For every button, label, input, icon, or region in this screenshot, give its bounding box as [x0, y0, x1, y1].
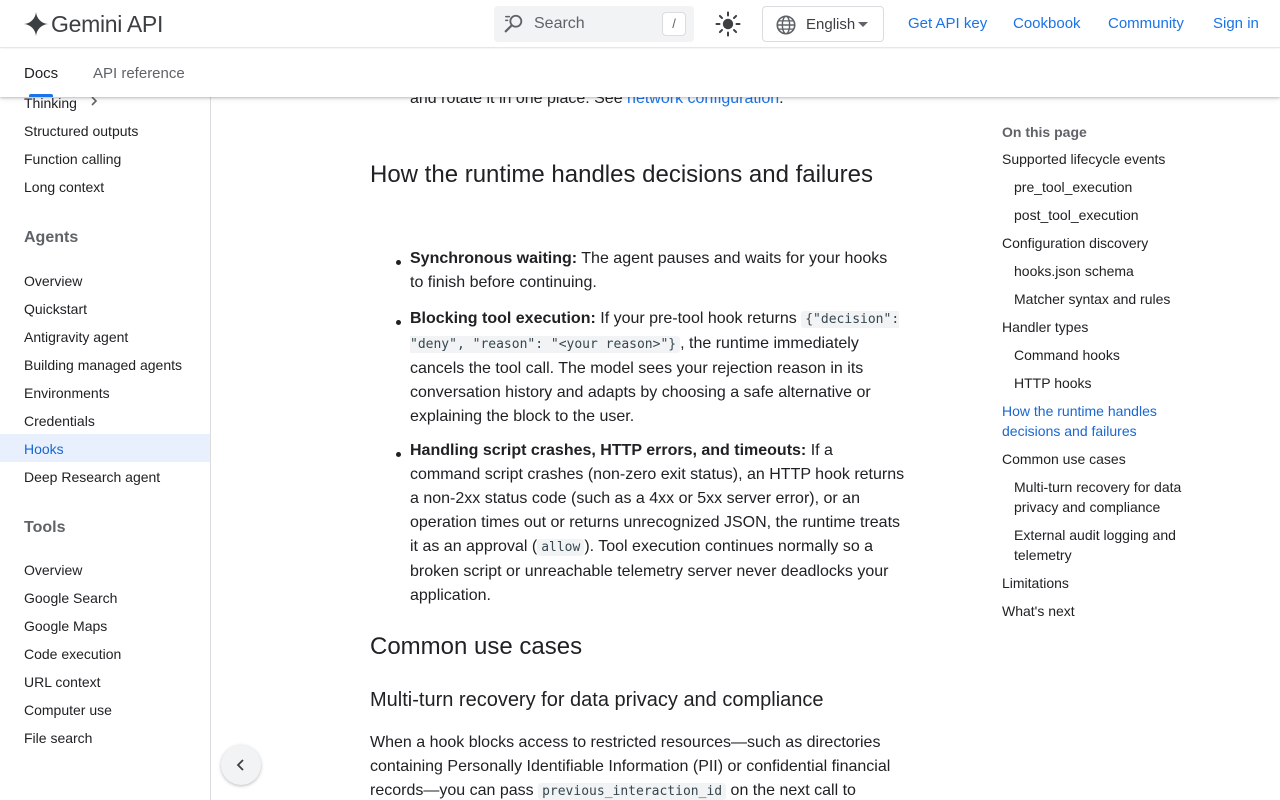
- sidebar-item-computer-use[interactable]: Computer use: [24, 702, 112, 718]
- sidebar-item-agents-overview[interactable]: Overview: [24, 273, 82, 289]
- tab-docs[interactable]: Docs: [24, 65, 58, 82]
- sidebar-item-quickstart[interactable]: Quickstart: [24, 301, 87, 317]
- sidebar-item-hooks[interactable]: Hooks: [24, 441, 64, 457]
- multi-turn-paragraph: When a hook blocks access to restricted …: [370, 731, 905, 800]
- sidebar-heading-agents: Agents: [24, 229, 79, 246]
- list-item-blocking-tool-execution: Blocking tool execution: If your pre-too…: [410, 307, 905, 429]
- toc-item[interactable]: Configuration discovery: [1002, 233, 1182, 253]
- toc-item[interactable]: How the runtime handles decisions and fa…: [1002, 401, 1182, 441]
- bullet-dot: [396, 320, 401, 325]
- list-item-synchronous-waiting: Synchronous waiting: The agent pauses an…: [410, 247, 905, 295]
- sidebar-item-credentials[interactable]: Credentials: [24, 413, 95, 429]
- sidebar-item-tools-overview[interactable]: Overview: [24, 562, 82, 578]
- active-tab-indicator: [29, 94, 53, 97]
- bullet-dot: [396, 452, 401, 457]
- toc-item[interactable]: External audit logging and telemetry: [1014, 525, 1194, 565]
- search-input[interactable]: Search: [534, 15, 585, 33]
- chevron-down-icon: [858, 22, 868, 27]
- sidebar-item-environments[interactable]: Environments: [24, 385, 110, 401]
- heading-multi-turn-recovery: Multi-turn recovery for data privacy and…: [370, 689, 824, 711]
- chevron-right-icon[interactable]: [88, 97, 100, 107]
- toc-item[interactable]: HTTP hooks: [1014, 373, 1194, 393]
- toc-item[interactable]: Multi-turn recovery for data privacy and…: [1014, 477, 1194, 517]
- bullet-title: Synchronous waiting:: [410, 250, 578, 267]
- sidebar-item-url-context[interactable]: URL context: [24, 674, 101, 690]
- sidebar-item-google-maps[interactable]: Google Maps: [24, 618, 107, 634]
- heading-common-use-cases: Common use cases: [370, 633, 583, 660]
- toc-item[interactable]: Matcher syntax and rules: [1014, 289, 1194, 309]
- tab-api-reference[interactable]: API reference: [93, 65, 185, 82]
- heading-runtime-decisions: How the runtime handles decisions and fa…: [370, 161, 873, 188]
- bullet-title: Blocking tool execution:: [410, 310, 596, 327]
- bullet-title: Handling script crashes, HTTP errors, an…: [410, 442, 807, 459]
- sidebar-item-google-search[interactable]: Google Search: [24, 590, 117, 606]
- logo-text: Gemini API: [51, 10, 164, 37]
- intro-end: .: [779, 97, 784, 107]
- toc-item[interactable]: hooks.json schema: [1014, 261, 1194, 281]
- sidebar-item-file-search[interactable]: File search: [24, 730, 92, 746]
- sidebar-item-long-context[interactable]: Long context: [24, 179, 104, 195]
- gemini-sparkle-icon: [24, 12, 48, 36]
- toc-item[interactable]: Common use cases: [1002, 449, 1182, 469]
- toc-item[interactable]: Limitations: [1002, 573, 1182, 593]
- sidebar-item-building-managed-agents[interactable]: Building managed agents: [24, 357, 182, 373]
- sidebar-item-code-execution[interactable]: Code execution: [24, 646, 121, 662]
- language-label: English: [806, 16, 856, 33]
- language-select[interactable]: English: [762, 6, 884, 42]
- intro-text: and rotate it in one place. See: [410, 97, 628, 107]
- sidebar-fade: [0, 750, 210, 800]
- sidebar-heading-tools: Tools: [24, 519, 66, 536]
- search-icon: [504, 14, 523, 33]
- paragraph-text: on the next call to: [726, 782, 856, 799]
- left-sidebar[interactable]: Thinking Structured outputs Function cal…: [0, 97, 211, 800]
- sign-in-link[interactable]: Sign in: [1213, 15, 1259, 32]
- toc-item[interactable]: post_tool_execution: [1014, 205, 1194, 225]
- get-api-key-link[interactable]: Get API key: [908, 15, 987, 32]
- community-link[interactable]: Community: [1108, 15, 1184, 32]
- gemini-logo[interactable]: Gemini API: [23, 10, 163, 38]
- sidebar-item-antigravity-agent[interactable]: Antigravity agent: [24, 329, 128, 345]
- list-item-handling-crashes: Handling script crashes, HTTP errors, an…: [410, 439, 905, 608]
- toc-item[interactable]: What's next: [1002, 601, 1182, 621]
- top-header: Gemini API Search / English Get API key …: [0, 0, 1280, 48]
- search-shortcut-badge: /: [662, 12, 686, 36]
- toc-item[interactable]: pre_tool_execution: [1014, 177, 1194, 197]
- toc-item[interactable]: Supported lifecycle events: [1002, 149, 1182, 169]
- sidebar-item-deep-research-agent[interactable]: Deep Research agent: [24, 469, 160, 485]
- collapse-sidebar-button[interactable]: [221, 745, 261, 785]
- allow-code: allow: [537, 539, 585, 556]
- cookbook-link[interactable]: Cookbook: [1013, 15, 1081, 32]
- bullet-text: If your pre-tool hook returns: [595, 310, 802, 327]
- network-configuration-link[interactable]: network configuration: [627, 97, 779, 107]
- toc-item[interactable]: Handler types: [1002, 317, 1182, 337]
- toc-item[interactable]: Command hooks: [1014, 345, 1194, 365]
- section-tabs: Docs API reference: [0, 49, 1280, 97]
- bullet-dot: [396, 260, 401, 265]
- theme-toggle-sun-icon[interactable]: [714, 10, 742, 38]
- intro-paragraph: and rotate it in one place. See network …: [410, 97, 905, 111]
- globe-icon: [776, 15, 796, 35]
- sidebar-item-structured-outputs[interactable]: Structured outputs: [24, 123, 138, 139]
- search-box[interactable]: Search /: [494, 6, 694, 42]
- chevron-left-icon: [236, 759, 244, 771]
- sidebar-item-thinking[interactable]: Thinking: [24, 97, 77, 111]
- previous-interaction-id-code: previous_interaction_id: [538, 783, 727, 800]
- main-content: and rotate it in one place. See network …: [370, 97, 910, 800]
- sidebar-item-function-calling[interactable]: Function calling: [24, 151, 121, 167]
- toc-title: On this page: [1002, 124, 1087, 140]
